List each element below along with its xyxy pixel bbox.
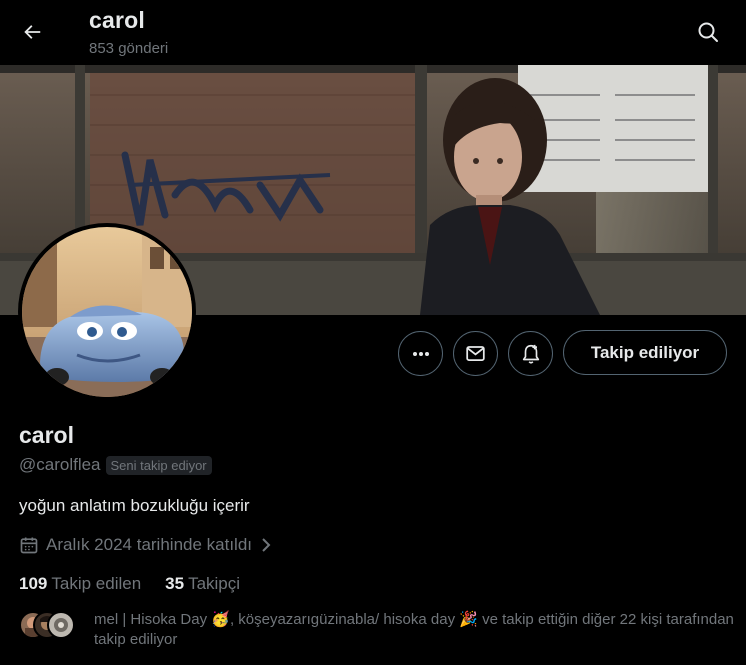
known-followers-text: mel | Hisoka Day 🥳, köşeyazarıgüzinabla/…: [94, 611, 734, 648]
mail-icon: [466, 346, 485, 361]
known-followers[interactable]: mel | Hisoka Day 🥳, köşeyazarıgüzinabla/…: [19, 610, 734, 650]
back-arrow-icon: [24, 25, 41, 39]
profile-name: carol: [19, 422, 74, 448]
search-icon: [698, 22, 718, 42]
calendar-icon: [20, 537, 38, 554]
known-followers-avatars: [19, 610, 89, 642]
followers-stat[interactable]: 35 Takipçi: [165, 574, 240, 594]
chevron-right-icon: [262, 538, 271, 552]
message-button[interactable]: [453, 331, 498, 376]
following-button[interactable]: Takip ediliyor: [563, 330, 727, 375]
profile-avatar[interactable]: [18, 223, 196, 401]
notification-bell-icon: [522, 344, 539, 364]
top-bar: carol 853 gönderi: [0, 0, 746, 65]
following-stat[interactable]: 109 Takip edilen: [19, 574, 141, 594]
more-icon: [412, 351, 429, 356]
profile-bio: yoğun anlatım bozukluğu içerir: [19, 496, 250, 515]
known-follower-avatar: [47, 611, 75, 639]
follows-you-badge: Seni takip ediyor: [105, 455, 212, 475]
joined-date[interactable]: Aralık 2024 tarihinde katıldı: [19, 535, 273, 555]
post-count: 853 gönderi: [89, 40, 169, 57]
followers-label: Takipçi: [188, 574, 241, 593]
header-title: carol: [89, 7, 145, 33]
handle-row: @carolflea Seni takip ediyor: [19, 455, 212, 475]
followers-count: 35: [165, 574, 185, 593]
profile-handle: @carolflea: [19, 455, 101, 474]
notifications-button[interactable]: [508, 331, 553, 376]
following-label: Takip edilen: [51, 574, 142, 593]
back-button[interactable]: [14, 14, 50, 50]
avatar-image: [22, 227, 192, 397]
following-count: 109: [19, 574, 48, 593]
more-button[interactable]: [398, 331, 443, 376]
search-button[interactable]: [692, 16, 724, 48]
joined-text: Aralık 2024 tarihinde katıldı: [46, 535, 253, 554]
profile-stats: 109 Takip edilen 35 Takipçi: [19, 574, 240, 594]
